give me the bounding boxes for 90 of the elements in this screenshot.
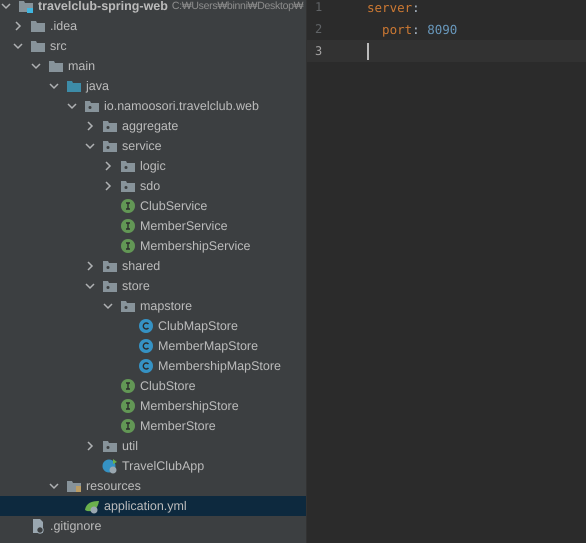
item-label: MembershipStore bbox=[140, 399, 239, 413]
package-folder-icon bbox=[120, 158, 136, 174]
item-label: MembershipMapStore bbox=[158, 359, 281, 373]
interface-icon bbox=[120, 238, 136, 254]
package-folder-icon bbox=[102, 118, 118, 134]
tree-item[interactable]: logic bbox=[0, 156, 306, 176]
interface-icon bbox=[120, 418, 136, 434]
project-path: C:₩Users₩binni₩Desktop₩ bbox=[172, 0, 304, 12]
item-label: ClubMapStore bbox=[158, 319, 238, 333]
project-name: travelclub-spring-web bbox=[38, 0, 168, 13]
tree-item[interactable]: MembershipStore bbox=[0, 396, 306, 416]
item-label: MemberMapStore bbox=[158, 339, 258, 353]
tree-item[interactable]: store bbox=[0, 276, 306, 296]
tree-item[interactable]: sdo bbox=[0, 176, 306, 196]
item-label: java bbox=[86, 79, 109, 93]
tree-item[interactable]: service bbox=[0, 136, 306, 156]
tree-item[interactable]: ClubMapStore bbox=[0, 316, 306, 336]
item-label: shared bbox=[122, 259, 160, 273]
tree-item[interactable]: resources bbox=[0, 476, 306, 496]
tree-item[interactable]: shared bbox=[0, 256, 306, 276]
line-number: 1 bbox=[314, 0, 324, 14]
item-label: service bbox=[122, 139, 162, 153]
spring-class-icon bbox=[102, 458, 118, 474]
item-label: util bbox=[122, 439, 138, 453]
tree-item[interactable]: TravelClubApp bbox=[0, 456, 306, 476]
item-label: TravelClubApp bbox=[122, 459, 204, 473]
resources-folder-icon bbox=[66, 478, 82, 494]
item-label: io.namoosori.travelclub.web bbox=[104, 99, 259, 113]
item-label: aggregate bbox=[122, 119, 178, 133]
code-token: 8090 bbox=[427, 22, 458, 36]
folder-icon bbox=[30, 18, 46, 34]
interface-icon bbox=[120, 198, 136, 214]
tree-item[interactable]: io.namoosori.travelclub.web bbox=[0, 96, 306, 116]
line-number: 3 bbox=[314, 44, 324, 58]
package-folder-icon bbox=[102, 138, 118, 154]
package-folder-icon bbox=[102, 278, 118, 294]
item-label: MemberStore bbox=[140, 419, 216, 433]
package-folder-icon bbox=[102, 438, 118, 454]
item-label: mapstore bbox=[140, 299, 192, 313]
module-folder-icon bbox=[18, 0, 34, 14]
class-icon bbox=[138, 338, 154, 354]
class-icon bbox=[138, 318, 154, 334]
item-label: resources bbox=[86, 479, 141, 493]
package-folder-icon bbox=[120, 178, 136, 194]
code-token: : bbox=[412, 22, 421, 36]
item-label: sdo bbox=[140, 179, 160, 193]
item-label: .idea bbox=[50, 19, 78, 33]
package-folder-icon bbox=[84, 98, 100, 114]
folder-icon bbox=[66, 78, 82, 94]
tree-item[interactable]: util bbox=[0, 436, 306, 456]
tree-item[interactable]: src bbox=[0, 36, 306, 56]
code-token: port bbox=[381, 22, 412, 36]
item-label: ClubService bbox=[140, 199, 208, 213]
tree-item[interactable]: ClubStore bbox=[0, 376, 306, 396]
item-label: src bbox=[50, 39, 67, 53]
tree-item[interactable]: java bbox=[0, 76, 306, 96]
item-label: MembershipService bbox=[140, 239, 250, 253]
item-label: main bbox=[68, 59, 96, 73]
tree-item[interactable]: .gitignore bbox=[0, 516, 306, 536]
spring-leaf-icon bbox=[84, 498, 100, 514]
tree-item[interactable]: application.yml bbox=[0, 496, 306, 516]
item-label: ClubStore bbox=[140, 379, 196, 393]
code-token: server bbox=[367, 0, 412, 14]
tree-item[interactable]: mapstore bbox=[0, 296, 306, 316]
interface-icon bbox=[120, 398, 136, 414]
item-label: logic bbox=[140, 159, 166, 173]
item-label: .gitignore bbox=[50, 519, 102, 533]
tree-item[interactable]: main bbox=[0, 56, 306, 76]
tree-item[interactable]: ClubService bbox=[0, 196, 306, 216]
item-label: MemberService bbox=[140, 219, 228, 233]
text-caret bbox=[367, 42, 369, 60]
interface-icon bbox=[120, 218, 136, 234]
interface-icon bbox=[120, 378, 136, 394]
package-folder-icon bbox=[120, 298, 136, 314]
ignored-file-icon bbox=[30, 518, 46, 534]
tree-item[interactable]: .idea bbox=[0, 16, 306, 36]
tree-item[interactable]: MemberStore bbox=[0, 416, 306, 436]
folder-icon bbox=[48, 58, 64, 74]
class-icon bbox=[138, 358, 154, 374]
folder-icon bbox=[30, 38, 46, 54]
tree-item[interactable]: MembershipService bbox=[0, 236, 306, 256]
code-token: : bbox=[412, 0, 420, 14]
tree-item[interactable]: MemberService bbox=[0, 216, 306, 236]
tree-item[interactable]: MemberMapStore bbox=[0, 336, 306, 356]
tree-item[interactable]: aggregate bbox=[0, 116, 306, 136]
item-label: application.yml bbox=[104, 499, 187, 513]
package-folder-icon bbox=[102, 258, 118, 274]
tree-item[interactable]: MembershipMapStore bbox=[0, 356, 306, 376]
item-label: store bbox=[122, 279, 150, 293]
line-number: 2 bbox=[314, 22, 324, 36]
